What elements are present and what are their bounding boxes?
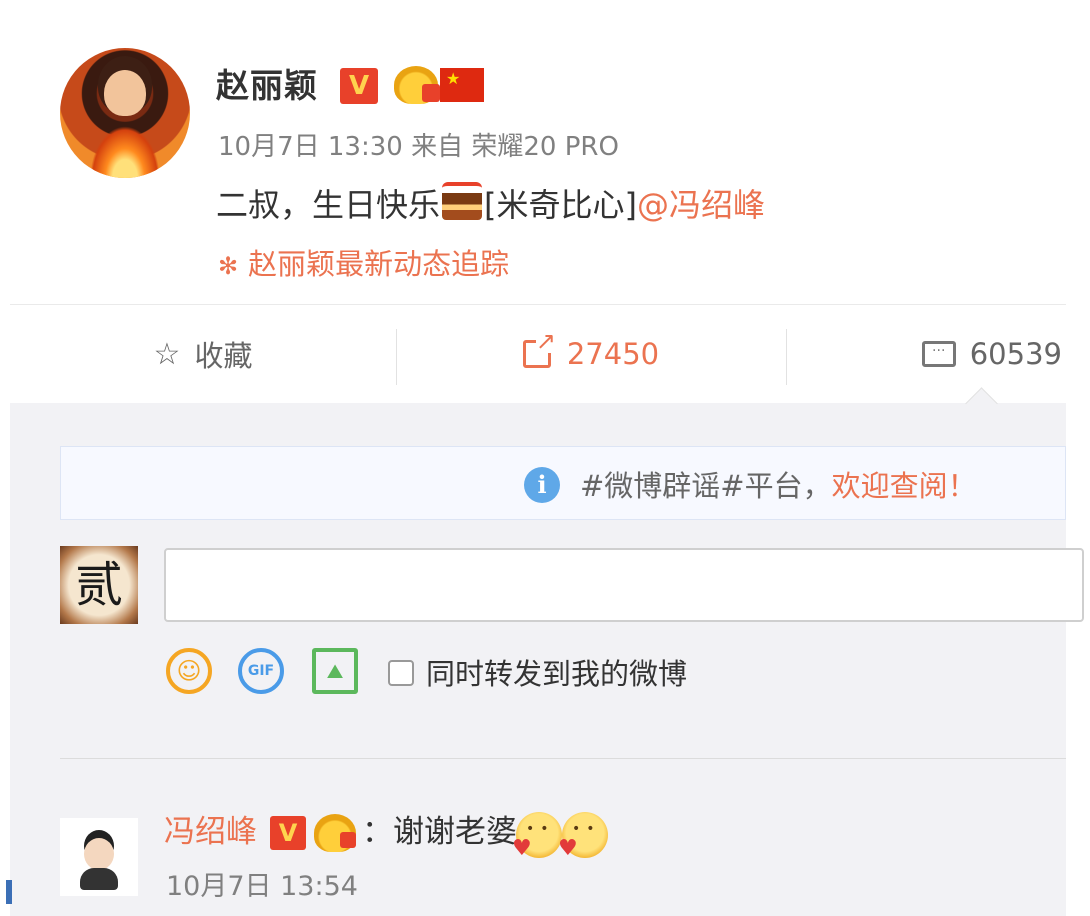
love-face-icon: •• ♥ <box>558 812 608 860</box>
favorite-label: 收藏 <box>194 339 253 373</box>
comment-icon: ··· <box>921 341 956 367</box>
reply-text: ：谢谢老婆 <box>362 814 517 850</box>
reply-author-name[interactable]: 冯绍峰 <box>164 810 257 854</box>
action-bar: ☆ 收藏 27450 ··· 60539 <box>10 305 1066 403</box>
divider <box>60 758 1066 759</box>
member-crown-icon[interactable] <box>394 66 440 104</box>
tracker-label: 赵丽颖最新动态追踪 <box>248 247 510 281</box>
comment-button[interactable]: ··· 60539 <box>786 305 1076 403</box>
cake-icon <box>442 182 483 220</box>
avatar-body-decoration <box>80 868 118 890</box>
image-icon[interactable]: ⛰ <box>312 648 358 694</box>
scroll-edge-marker <box>6 880 12 904</box>
comment-input[interactable] <box>164 548 1084 622</box>
flower-icon: ✻ <box>218 252 239 280</box>
post-text-main: 二叔，生日快乐 <box>216 186 441 224</box>
verified-icon[interactable]: V <box>340 68 378 104</box>
love-face-icon: •• ♥ <box>512 812 562 860</box>
verified-icon[interactable]: V <box>270 816 306 850</box>
repost-to-my-weibo-checkbox[interactable] <box>388 660 414 686</box>
reply-timestamp[interactable]: 10月7日 13:54 <box>166 868 358 906</box>
notice-text: #微博辟谣#平台，欢迎查阅！ <box>580 466 977 506</box>
notice-link[interactable]: 欢迎查阅！ <box>832 469 977 503</box>
mention-link[interactable]: @冯绍峰 <box>637 186 765 224</box>
star-icon: ☆ <box>153 336 181 372</box>
repost-icon <box>522 329 556 368</box>
current-user-avatar[interactable]: 贰 <box>60 546 138 624</box>
reply-author-avatar[interactable] <box>60 818 138 896</box>
member-crown-icon[interactable] <box>314 814 356 852</box>
repost-button[interactable]: 27450 <box>396 305 786 403</box>
avatar-flame-decoration <box>90 126 160 178</box>
author-avatar[interactable] <box>60 48 190 178</box>
emoji-icon[interactable]: ☺ <box>166 648 212 694</box>
avatar-head-decoration <box>84 838 114 870</box>
notice-message: #微博辟谣#平台， <box>580 469 832 503</box>
favorite-button[interactable]: ☆ 收藏 <box>10 305 396 403</box>
info-icon: i <box>524 467 560 503</box>
author-name[interactable]: 赵丽颖 <box>216 64 318 108</box>
post-text: 二叔，生日快乐 [米奇比心]@冯绍峰 <box>216 182 765 228</box>
repost-checkbox-label[interactable]: 同时转发到我的微博 <box>426 654 687 694</box>
comment-count: 60539 <box>969 337 1062 371</box>
post-emoji-text: [米奇比心] <box>484 186 637 224</box>
post-meta: 10月7日 13:30 来自 荣耀20 PRO <box>218 132 619 162</box>
topic-tracker-link[interactable]: ✻ 赵丽颖最新动态追踪 <box>218 244 509 286</box>
china-flag-icon[interactable]: ★ <box>440 68 484 102</box>
avatar-face-decoration <box>104 70 146 116</box>
gif-icon[interactable]: GIF <box>238 648 284 694</box>
repost-count: 27450 <box>566 337 660 371</box>
